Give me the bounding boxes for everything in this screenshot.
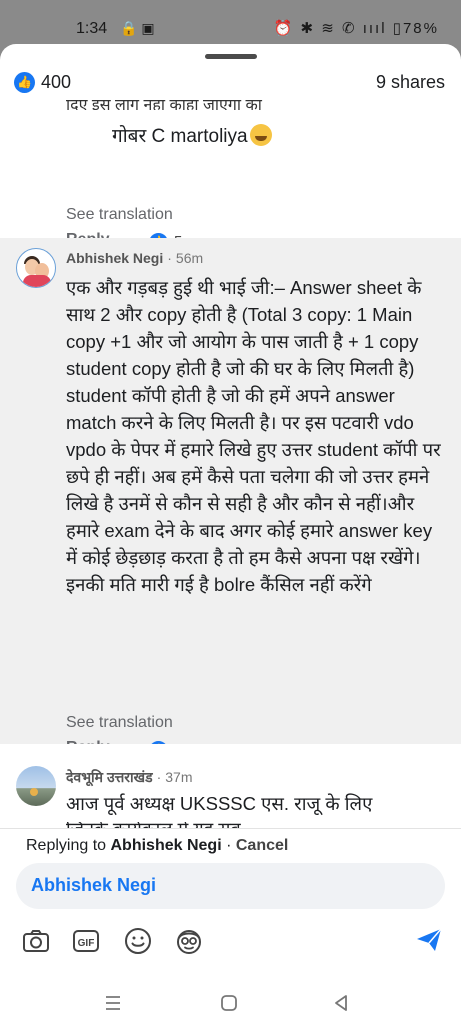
cancel-reply-button[interactable]: Cancel bbox=[236, 837, 288, 854]
comment-item: देवभूमि उत्तराखंड · 37m आज पूर्व अध्यक्ष U… bbox=[0, 744, 461, 828]
reply-input[interactable]: Abhishek Negi bbox=[16, 863, 445, 909]
svg-text:GIF: GIF bbox=[78, 938, 95, 949]
comment-text: आज पूर्व अध्यक्ष UKSSSC एस. राजू के लिए bbox=[66, 793, 373, 814]
comment-cut-text: दिए इस लाग नहा काहा जाएगा का bbox=[66, 100, 262, 110]
sheet-grabber[interactable] bbox=[205, 54, 257, 59]
shares-count[interactable]: 9 shares bbox=[376, 72, 445, 93]
reactions-count[interactable]: 400 bbox=[41, 72, 71, 93]
system-nav-bar bbox=[0, 984, 461, 1024]
separator: · bbox=[167, 250, 172, 266]
recent-apps-icon[interactable] bbox=[100, 990, 126, 1016]
separator: · bbox=[156, 769, 162, 785]
comment-text: गोबर C martoliya bbox=[112, 122, 272, 148]
avatar[interactable] bbox=[16, 766, 56, 806]
comment-author[interactable]: Abhishek Negi bbox=[66, 250, 163, 266]
comment-author-line: देवभूमि उत्तराखंड · 37m bbox=[66, 768, 193, 787]
status-left-icons: 🔒 ▣ bbox=[120, 20, 155, 36]
emoji-icon[interactable] bbox=[122, 925, 154, 957]
comment-item: दिए इस लाग नहा काहा जाएगा का गोबर C mart… bbox=[0, 100, 461, 258]
replying-to-line: Replying to Abhishek Negi · Cancel bbox=[26, 837, 288, 855]
reactions-bar: 👍 400 9 shares bbox=[0, 66, 461, 100]
gif-icon[interactable]: GIF bbox=[70, 925, 102, 957]
comment-text-content: गोबर C martoliya bbox=[112, 126, 248, 147]
home-icon[interactable] bbox=[216, 990, 242, 1016]
comment-timestamp: 56m bbox=[175, 250, 204, 266]
mention-tag[interactable]: Abhishek Negi bbox=[31, 875, 156, 896]
see-translation-link[interactable]: See translation bbox=[66, 714, 173, 732]
grinning-sweat-emoji-icon bbox=[249, 124, 272, 146]
camera-icon[interactable] bbox=[20, 925, 52, 957]
avatar-sticker-icon[interactable] bbox=[173, 925, 205, 957]
back-icon[interactable] bbox=[328, 990, 354, 1016]
comment-text: एक और गड़बड़ हुई थी भाई जी:– Answer shee… bbox=[66, 277, 441, 595]
like-reaction-icon[interactable]: 👍 bbox=[14, 72, 35, 93]
comments-sheet: 👍 400 9 shares दिए इस लाग नहा काहा जाएगा… bbox=[0, 44, 461, 1024]
see-translation-link[interactable]: See translation bbox=[66, 206, 173, 224]
status-bar: 1:34 🔒 ▣ ⏰ ✱ ≋ ✆ ıııl ▯78% bbox=[0, 0, 461, 44]
avatar[interactable] bbox=[16, 248, 56, 288]
comment-author-line: Abhishek Negi · 56m bbox=[66, 250, 203, 266]
replying-prefix: Replying to bbox=[26, 837, 111, 854]
replying-name: Abhishek Negi bbox=[110, 837, 222, 854]
comment-timestamp: 37m bbox=[165, 769, 193, 785]
status-time: 1:34 bbox=[76, 20, 108, 37]
comment-author[interactable]: देवभूमि उत्तराखंड bbox=[66, 769, 153, 785]
status-right-icons: ⏰ ✱ ≋ ✆ ıııl ▯78% bbox=[273, 20, 439, 37]
separator: · bbox=[221, 837, 236, 854]
send-icon[interactable] bbox=[414, 925, 444, 955]
comment-item-highlighted: Abhishek Negi · 56m एक और गड़बड़ हुई थी भा… bbox=[0, 238, 461, 756]
